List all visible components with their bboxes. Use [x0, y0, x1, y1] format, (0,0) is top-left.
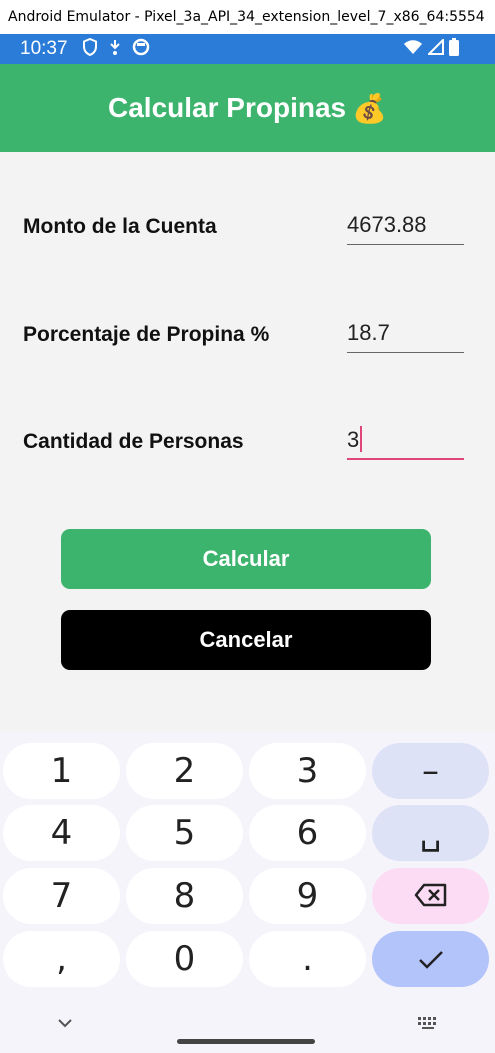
download-icon [108, 38, 122, 61]
key-1[interactable]: 1 [3, 743, 120, 799]
done-key[interactable] [372, 931, 489, 987]
key-2[interactable]: 2 [126, 743, 243, 799]
key-space[interactable]: ␣ [372, 805, 489, 861]
form-area: Monto de la Cuenta 4673.88 Porcentaje de… [0, 152, 495, 732]
people-count-row: Cantidad de Personas 3 [23, 418, 468, 466]
bill-amount-row: Monto de la Cuenta 4673.88 [23, 203, 468, 251]
key-comma[interactable]: , [3, 931, 120, 987]
backspace-icon [414, 876, 448, 916]
status-bar: 10:37 [0, 34, 495, 64]
key-0[interactable]: 0 [126, 931, 243, 987]
key-7[interactable]: 7 [3, 868, 120, 924]
key-5[interactable]: 5 [126, 805, 243, 861]
key-minus[interactable]: – [372, 743, 489, 799]
battery-icon [449, 37, 459, 61]
chevron-down-icon[interactable] [57, 1016, 73, 1034]
key-3[interactable]: 3 [249, 743, 366, 799]
checkmark-icon [418, 939, 444, 979]
bill-amount-input[interactable]: 4673.88 [347, 205, 464, 245]
wifi-icon [403, 39, 423, 60]
backspace-key[interactable] [372, 868, 489, 924]
home-handle[interactable] [177, 1039, 315, 1044]
people-count-label: Cantidad de Personas [23, 430, 244, 453]
money-bag-icon: 💰 [352, 92, 387, 124]
app-bar: Calcular Propinas 💰 [0, 64, 495, 152]
status-time: 10:37 [20, 38, 68, 59]
shield-icon [82, 37, 98, 61]
cancel-button[interactable]: Cancelar [61, 610, 431, 670]
bill-amount-label: Monto de la Cuenta [23, 215, 217, 238]
tip-percentage-label: Porcentaje de Propina % [23, 323, 270, 346]
signal-icon [426, 37, 444, 60]
calculate-button[interactable]: Calcular [61, 529, 431, 589]
key-4[interactable]: 4 [3, 805, 120, 861]
window-title: Android Emulator - Pixel_3a_API_34_exten… [0, 0, 495, 34]
keyboard-icon[interactable] [417, 1016, 439, 1035]
key-9[interactable]: 9 [249, 868, 366, 924]
navigation-bar [0, 1000, 495, 1053]
people-count-value: 3 [347, 427, 360, 452]
key-period[interactable]: . [249, 931, 366, 987]
key-6[interactable]: 6 [249, 805, 366, 861]
tip-percentage-input[interactable]: 18.7 [347, 313, 464, 353]
text-cursor [360, 426, 363, 453]
key-8[interactable]: 8 [126, 868, 243, 924]
circle-icon [132, 38, 150, 61]
app-title: Calcular Propinas [108, 92, 347, 123]
tip-percentage-row: Porcentaje de Propina % 18.7 [23, 311, 468, 359]
people-count-input[interactable]: 3 [347, 420, 464, 460]
